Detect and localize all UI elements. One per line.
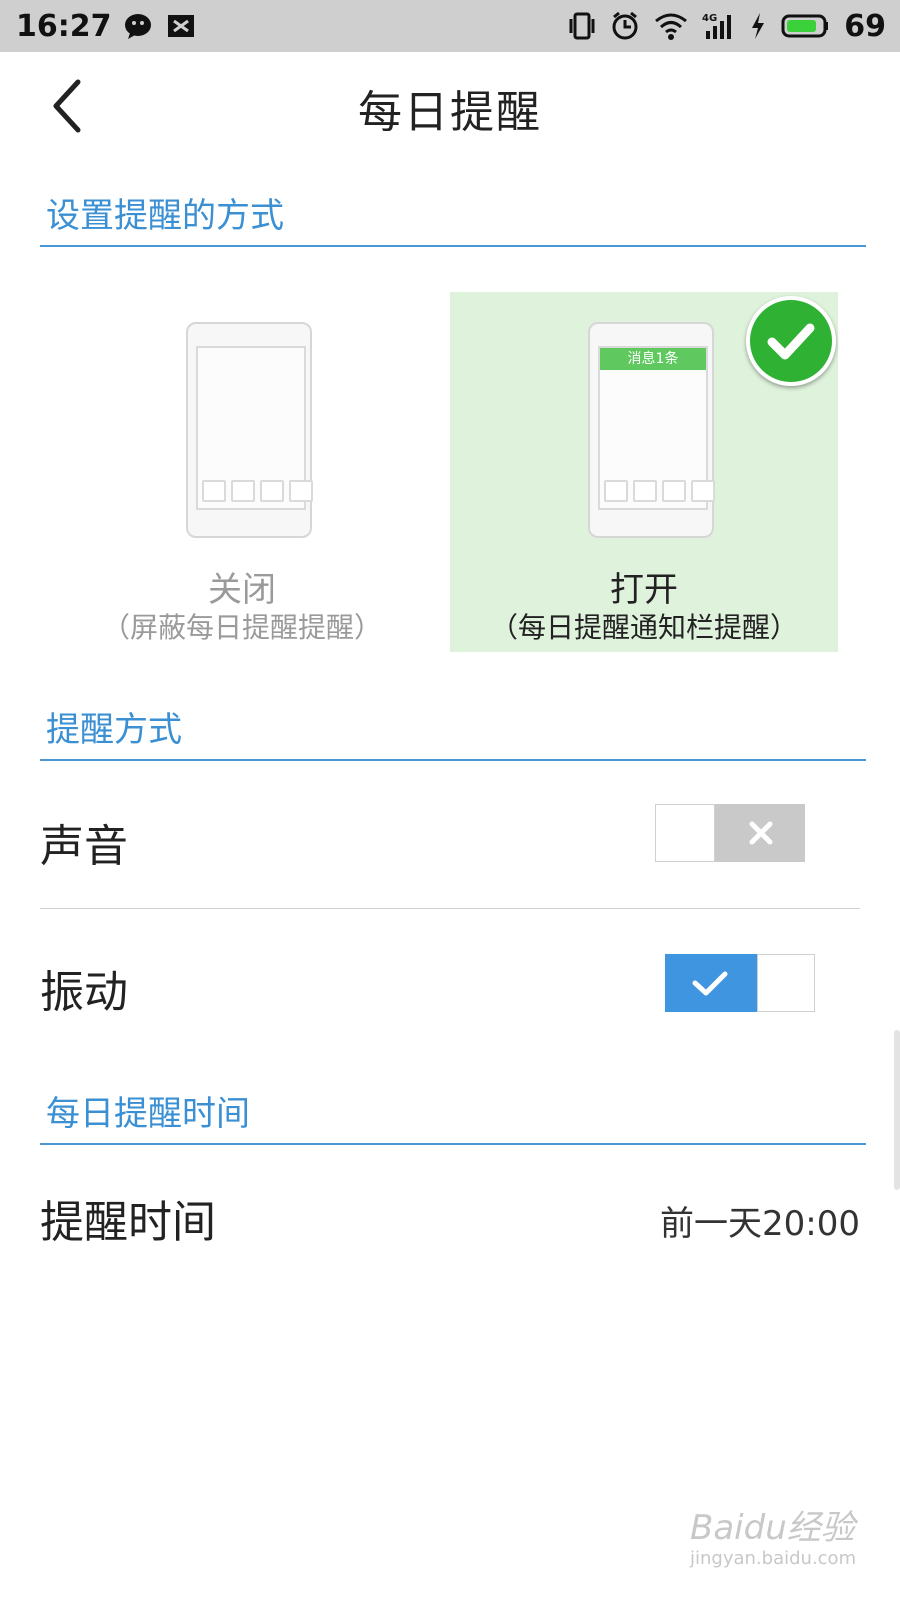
phone-screen: 消息1条 (598, 346, 715, 510)
section-title-reminder-mode: 设置提醒的方式 (40, 188, 866, 247)
check-circle-icon (746, 296, 836, 386)
watermark-logo: Baidu经验 (690, 1508, 855, 1548)
signal-4g-icon: 4G (702, 13, 732, 39)
mode-option-sub: （每日提醒通知栏提醒） (489, 611, 798, 644)
toggle-track (715, 804, 805, 862)
reminder-time-label: 提醒时间 (40, 1197, 216, 1248)
vibrate-icon (569, 12, 595, 40)
status-time: 16:27 (16, 8, 112, 44)
phone-illustration-on: 消息1条 (588, 322, 715, 538)
close-icon (749, 821, 773, 845)
mode-option-off[interactable]: 关闭 （屏蔽每日提醒提醒） (48, 292, 436, 652)
sound-toggle[interactable] (655, 804, 805, 862)
vibration-row: 振动 (40, 946, 860, 1026)
page-title: 每日提醒 (358, 87, 542, 138)
mode-option-on[interactable]: 消息1条 打开 （每日提醒通知栏提醒） (450, 292, 838, 652)
vibration-label: 振动 (40, 967, 128, 1018)
scrollbar[interactable] (894, 1030, 900, 1190)
row-divider (40, 908, 860, 909)
phone-app-row (202, 480, 313, 502)
wifi-icon (655, 13, 688, 40)
notification-preview: 消息1条 (600, 348, 706, 370)
toggle-knob (655, 804, 715, 862)
battery-level: 69 (844, 8, 886, 44)
mode-option-label: 打开 (610, 570, 678, 610)
alarm-icon (612, 11, 638, 40)
mode-option-sub: （屏蔽每日提醒提醒） (101, 611, 382, 644)
mode-option-label: 关闭 (208, 570, 276, 610)
checkmark-icon (692, 971, 728, 996)
phone-illustration-off (186, 322, 313, 538)
section-title-alert-type: 提醒方式 (40, 702, 866, 761)
phone-app-row (604, 480, 715, 502)
vibration-toggle[interactable] (665, 954, 815, 1012)
wechat-icon (124, 14, 151, 39)
phone-screen (196, 346, 313, 510)
sound-row: 声音 (40, 800, 860, 880)
toggle-track (665, 954, 757, 1012)
header: 每日提醒 (0, 52, 900, 160)
sound-label: 声音 (40, 821, 128, 872)
svg-text:4G: 4G (702, 13, 717, 24)
section-title-reminder-time: 每日提醒时间 (40, 1086, 866, 1145)
image-icon (167, 15, 194, 37)
status-bar: 16:27 4G 69 (0, 0, 900, 52)
status-right-group: 4G 69 (568, 0, 886, 52)
battery-icon (781, 14, 829, 38)
charging-icon (752, 13, 765, 39)
reminder-time-row[interactable]: 提醒时间 前一天20:00 (40, 1180, 860, 1260)
toggle-knob (757, 954, 815, 1012)
reminder-time-value: 前一天20:00 (660, 1204, 860, 1244)
watermark-url: jingyan.baidu.com (690, 1548, 857, 1569)
